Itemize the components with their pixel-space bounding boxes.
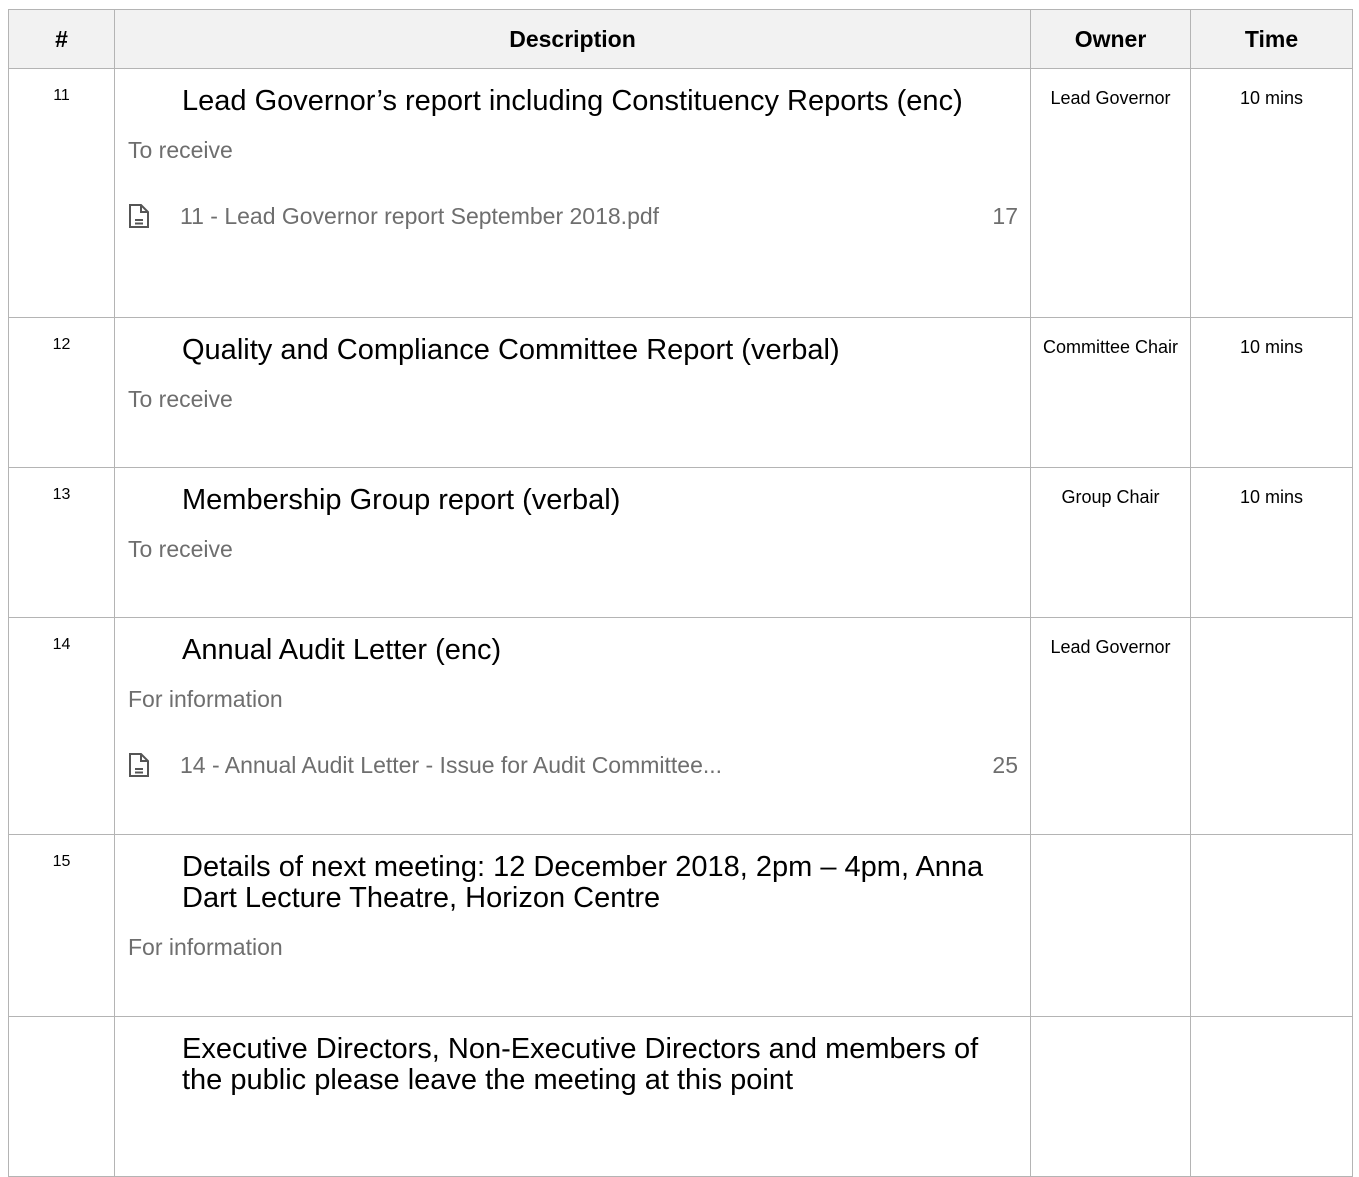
item-number: 14 — [8, 617, 115, 835]
item-time — [1190, 617, 1353, 835]
item-number: 11 — [8, 68, 115, 318]
item-description: Annual Audit Letter (enc) For informatio… — [114, 617, 1031, 835]
attachment-link[interactable]: 11 - Lead Governor report September 2018… — [128, 198, 1018, 234]
attachment-link[interactable]: 14 - Annual Audit Letter - Issue for Aud… — [128, 747, 1018, 783]
item-number: 13 — [8, 467, 115, 618]
header-time: Time — [1190, 9, 1353, 69]
item-owner — [1030, 834, 1191, 1017]
item-time: 10 mins — [1190, 317, 1353, 468]
item-time: 10 mins — [1190, 467, 1353, 618]
header-owner: Owner — [1030, 9, 1191, 69]
item-title[interactable]: Executive Directors, Non-Executive Direc… — [182, 1034, 990, 1096]
item-purpose: To receive — [128, 386, 233, 412]
item-number: 15 — [8, 834, 115, 1017]
document-icon — [129, 204, 149, 228]
table-row: 15 Details of next meeting: 12 December … — [8, 834, 1353, 1017]
table-row: 13 Membership Group report (verbal) To r… — [8, 467, 1353, 618]
item-owner: Group Chair — [1030, 467, 1191, 618]
item-time — [1190, 1016, 1353, 1177]
item-title[interactable]: Details of next meeting: 12 December 201… — [182, 852, 990, 914]
item-title[interactable]: Lead Governor’s report including Constit… — [182, 86, 990, 117]
attachment-name: 11 - Lead Governor report September 2018… — [180, 202, 660, 229]
table-row: 11 Lead Governor’s report including Cons… — [8, 68, 1353, 318]
item-description: Executive Directors, Non-Executive Direc… — [114, 1016, 1031, 1177]
document-icon — [129, 753, 149, 777]
item-owner: Lead Governor — [1030, 68, 1191, 318]
item-time: 10 mins — [1190, 68, 1353, 318]
table-row: 12 Quality and Compliance Committee Repo… — [8, 317, 1353, 468]
item-title[interactable]: Annual Audit Letter (enc) — [182, 635, 990, 666]
item-description: Quality and Compliance Committee Report … — [114, 317, 1031, 468]
header-description: Description — [114, 9, 1031, 69]
item-number — [8, 1016, 115, 1177]
item-description: Details of next meeting: 12 December 201… — [114, 834, 1031, 1017]
attachment-name: 14 - Annual Audit Letter - Issue for Aud… — [180, 751, 723, 778]
agenda-table: # Description Owner Time 11 Lead Governo… — [8, 9, 1353, 1177]
item-purpose: To receive — [128, 137, 233, 163]
header-num: # — [8, 9, 115, 69]
item-description: Lead Governor’s report including Constit… — [114, 68, 1031, 318]
item-description: Membership Group report (verbal) To rece… — [114, 467, 1031, 618]
table-row: 14 Annual Audit Letter (enc) For informa… — [8, 617, 1353, 835]
item-owner — [1030, 1016, 1191, 1177]
item-purpose: To receive — [128, 536, 233, 562]
item-title[interactable]: Quality and Compliance Committee Report … — [182, 335, 990, 366]
item-purpose: For information — [128, 934, 283, 960]
attachment-page: 17 — [992, 202, 1018, 229]
attachment-page: 25 — [992, 751, 1018, 778]
item-title[interactable]: Membership Group report (verbal) — [182, 485, 990, 516]
item-owner: Lead Governor — [1030, 617, 1191, 835]
item-purpose: For information — [128, 686, 283, 712]
header-row: # Description Owner Time — [8, 9, 1353, 69]
item-time — [1190, 834, 1353, 1017]
item-owner: Committee Chair — [1030, 317, 1191, 468]
table-row: Executive Directors, Non-Executive Direc… — [8, 1016, 1353, 1177]
item-number: 12 — [8, 317, 115, 468]
